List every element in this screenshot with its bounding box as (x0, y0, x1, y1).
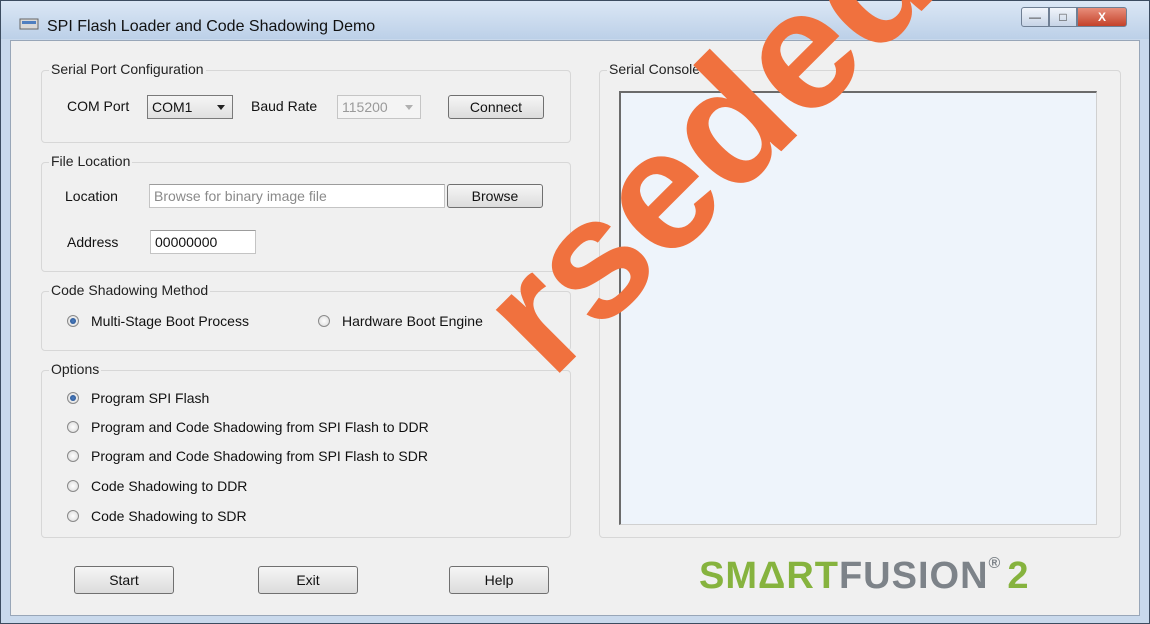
maximize-icon: □ (1059, 10, 1067, 24)
radio-label: Multi-Stage Boot Process (91, 313, 249, 329)
radio-indicator (67, 392, 79, 404)
window-title: SPI Flash Loader and Code Shadowing Demo (47, 18, 376, 35)
logo-smart: SMΔRT (699, 555, 839, 597)
shadowing-method-group-label: Code Shadowing Method (49, 282, 211, 298)
radio-program-spi-flash[interactable]: Program SPI Flash (67, 390, 209, 406)
serial-console-output[interactable] (619, 91, 1097, 525)
client-area: Serial Port Configuration COM Port COM1 … (10, 40, 1140, 616)
radio-indicator (67, 480, 79, 492)
smartfusion2-logo: SMΔRTFUSION® 2 (699, 555, 1029, 598)
radio-indicator (67, 450, 79, 462)
com-port-label: COM Port (67, 98, 130, 114)
browse-button[interactable]: Browse (447, 184, 543, 208)
logo-two: 2 (1007, 555, 1030, 597)
radio-indicator (67, 315, 79, 327)
minimize-icon: — (1029, 10, 1041, 24)
radio-indicator (67, 510, 79, 522)
radio-label: Program and Code Shadowing from SPI Flas… (91, 448, 428, 464)
radio-program-shadow-ddr[interactable]: Program and Code Shadowing from SPI Flas… (67, 419, 429, 435)
radio-label: Code Shadowing to DDR (91, 478, 248, 494)
window-controls: — □ X (1021, 7, 1127, 29)
app-icon (19, 18, 39, 30)
logo-fusion: FUSION (838, 555, 989, 597)
file-location-group: File Location (41, 153, 571, 272)
app-window: SPI Flash Loader and Code Shadowing Demo… (0, 0, 1150, 624)
radio-label: Code Shadowing to SDR (91, 508, 247, 524)
location-label: Location (65, 188, 118, 204)
baud-rate-value: 115200 (342, 99, 388, 115)
close-button[interactable]: X (1077, 7, 1127, 27)
connect-button[interactable]: Connect (448, 95, 544, 119)
radio-program-shadow-sdr[interactable]: Program and Code Shadowing from SPI Flas… (67, 448, 428, 464)
close-icon: X (1097, 10, 1106, 24)
radio-indicator (67, 421, 79, 433)
baud-rate-label: Baud Rate (251, 98, 318, 114)
help-button[interactable]: Help (449, 566, 549, 594)
title-bar[interactable]: SPI Flash Loader and Code Shadowing Demo… (1, 1, 1149, 39)
baud-rate-select[interactable]: 115200 (337, 95, 421, 119)
radio-shadow-sdr[interactable]: Code Shadowing to SDR (67, 508, 247, 524)
exit-button[interactable]: Exit (258, 566, 358, 594)
radio-multi-stage-boot[interactable]: Multi-Stage Boot Process (67, 313, 249, 329)
radio-label: Hardware Boot Engine (342, 313, 483, 329)
maximize-button[interactable]: □ (1049, 7, 1077, 27)
start-button[interactable]: Start (74, 566, 174, 594)
address-label: Address (67, 234, 119, 250)
chevron-down-icon (405, 105, 413, 110)
chevron-down-icon (217, 105, 225, 110)
file-location-group-label: File Location (49, 153, 133, 169)
radio-indicator (318, 315, 330, 327)
radio-hardware-boot-engine[interactable]: Hardware Boot Engine (318, 313, 483, 329)
com-port-select[interactable]: COM1 (147, 95, 233, 119)
radio-shadow-ddr[interactable]: Code Shadowing to DDR (67, 478, 247, 494)
location-input[interactable]: Browse for binary image file (149, 184, 445, 208)
radio-label: Program SPI Flash (91, 390, 210, 406)
logo-registered: ® (988, 555, 1002, 572)
options-group-label: Options (49, 361, 102, 377)
address-input[interactable]: 00000000 (150, 230, 256, 254)
serial-console-group-label: Serial Console (607, 61, 703, 77)
serial-port-group-label: Serial Port Configuration (49, 61, 206, 77)
com-port-value: COM1 (152, 99, 193, 115)
minimize-button[interactable]: — (1021, 7, 1049, 27)
radio-label: Program and Code Shadowing from SPI Flas… (91, 419, 429, 435)
